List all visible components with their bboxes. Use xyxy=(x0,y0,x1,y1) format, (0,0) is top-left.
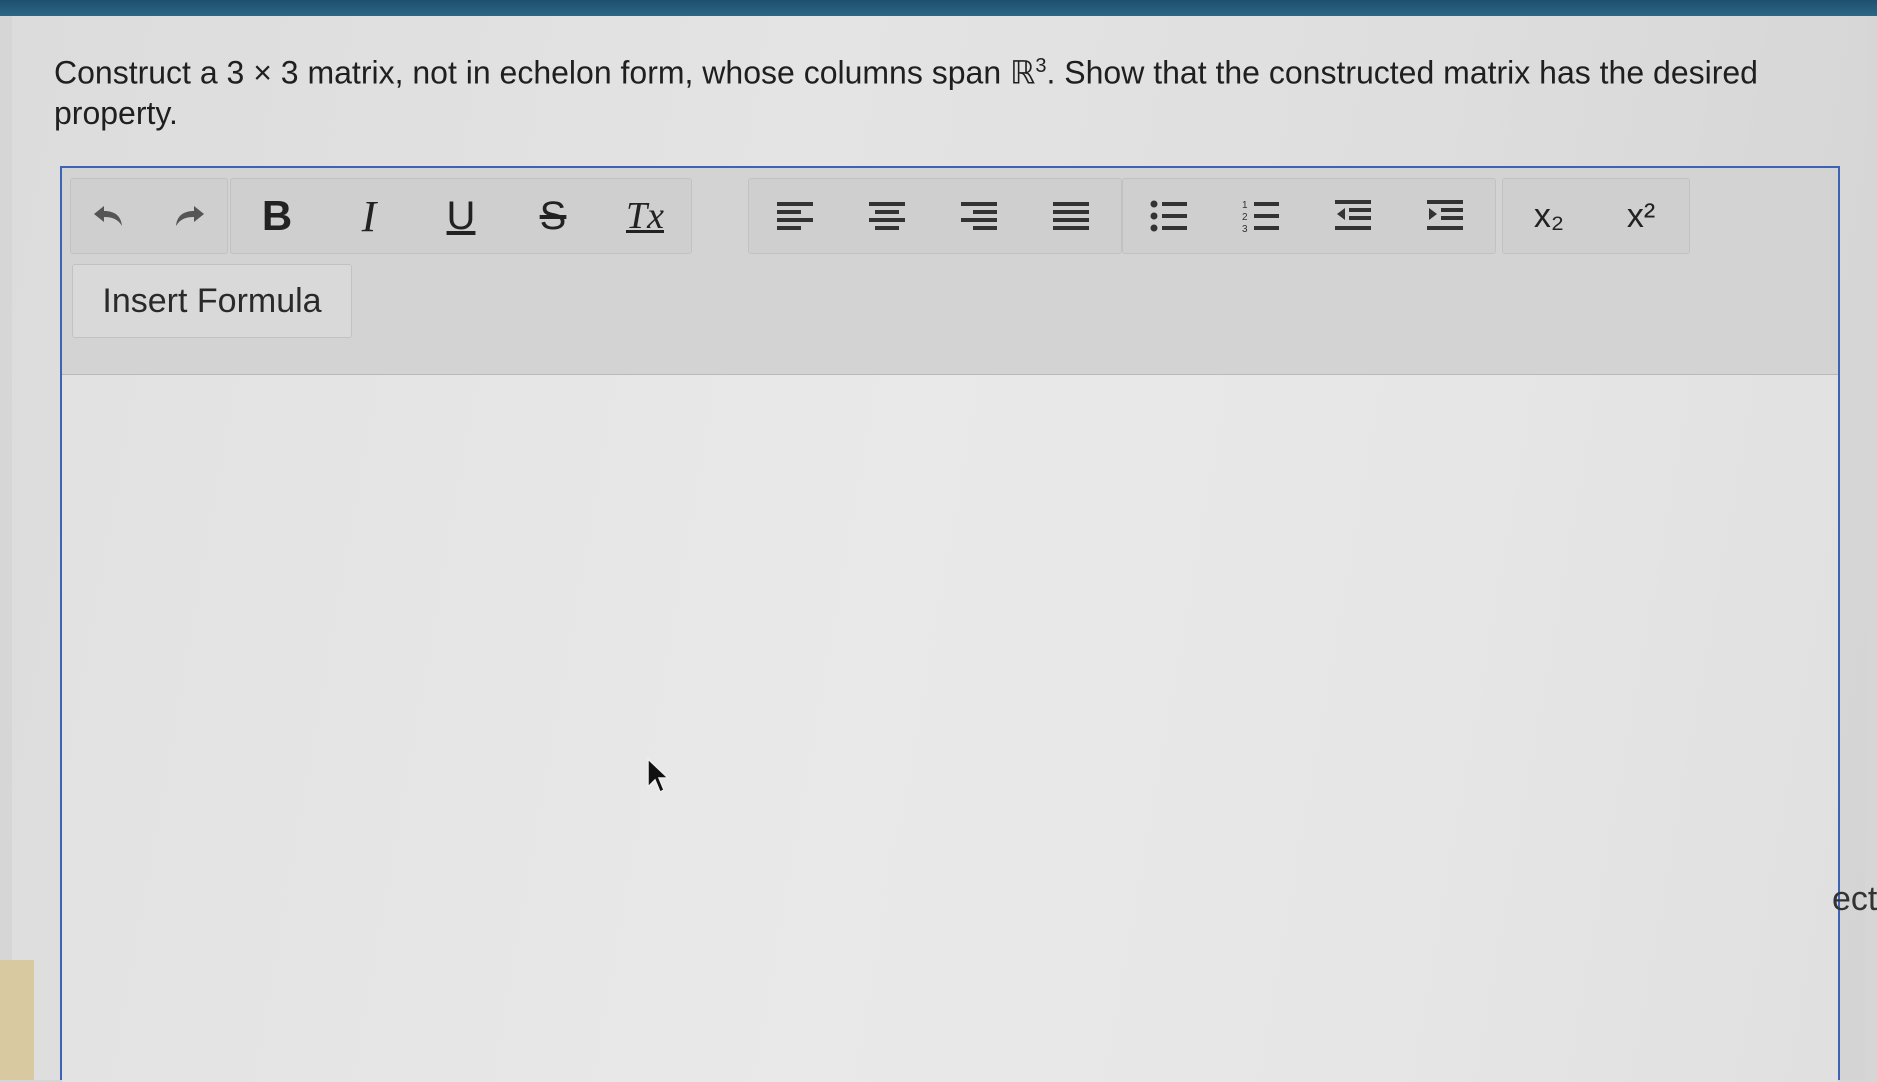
svg-text:1: 1 xyxy=(1242,200,1248,211)
insert-formula-button[interactable]: Insert Formula xyxy=(72,264,352,338)
align-right-icon xyxy=(961,202,997,230)
mouse-pointer-icon xyxy=(646,757,670,800)
italic-icon: I xyxy=(361,191,377,241)
clear-formatting-button[interactable]: Tx xyxy=(599,179,691,253)
strikethrough-button[interactable]: S xyxy=(507,179,599,253)
redo-button[interactable] xyxy=(149,179,227,253)
undo-button[interactable] xyxy=(71,179,149,253)
align-right-button[interactable] xyxy=(933,179,1025,253)
clipped-side-text: ect xyxy=(1832,880,1877,918)
svg-text:3: 3 xyxy=(1242,224,1248,234)
indent-icon xyxy=(1427,200,1463,230)
strikethrough-icon: S xyxy=(539,193,567,238)
alignment-group xyxy=(748,178,1122,254)
editor-content-area[interactable] xyxy=(62,375,1838,1082)
align-left-icon xyxy=(777,202,813,230)
bullet-list-button[interactable] xyxy=(1123,179,1215,253)
outdent-button[interactable] xyxy=(1307,179,1399,253)
undo-icon xyxy=(94,206,122,226)
underline-icon: U xyxy=(446,193,476,238)
editor-toolbar: B I U S Tx 1 2 3 x₂ x² Insert Formula xyxy=(62,168,1838,375)
italic-button[interactable]: I xyxy=(323,179,415,253)
subscript-icon: x₂ xyxy=(1533,196,1565,235)
format-group: B I U S Tx xyxy=(230,178,692,254)
underline-button[interactable]: U xyxy=(415,179,507,253)
outdent-icon xyxy=(1335,200,1371,230)
bold-icon: B xyxy=(261,192,293,239)
bullet-list-icon xyxy=(1150,200,1187,232)
bold-button[interactable]: B xyxy=(231,179,323,253)
align-justify-button[interactable] xyxy=(1025,179,1117,253)
rich-text-editor: B I U S Tx 1 2 3 x₂ x² Insert Formula xyxy=(60,166,1840,1082)
redo-icon xyxy=(176,206,204,226)
align-center-icon xyxy=(869,202,905,230)
window-top-band xyxy=(0,0,1877,16)
superscript-icon: x² xyxy=(1626,196,1656,235)
numbered-list-icon: 1 2 3 xyxy=(1242,200,1279,234)
question-prompt: Construct a 3 × 3 matrix, not in echelon… xyxy=(54,46,1854,133)
subscript-button[interactable]: x₂ xyxy=(1503,179,1595,253)
align-left-button[interactable] xyxy=(749,179,841,253)
svg-text:2: 2 xyxy=(1242,212,1248,223)
superscript-button[interactable]: x² xyxy=(1595,179,1687,253)
align-justify-icon xyxy=(1053,202,1089,230)
script-group: x₂ x² xyxy=(1502,178,1690,254)
question-text-before: Construct a 3 × 3 matrix, not in echelon… xyxy=(54,54,1036,91)
align-center-button[interactable] xyxy=(841,179,933,253)
left-edge-strip xyxy=(0,960,34,1080)
numbered-list-button[interactable]: 1 2 3 xyxy=(1215,179,1307,253)
indent-button[interactable] xyxy=(1399,179,1491,253)
question-superscript: 3 xyxy=(1035,55,1047,77)
list-group: 1 2 3 xyxy=(1122,178,1496,254)
history-group xyxy=(70,178,228,254)
clear-formatting-icon: Tx xyxy=(626,195,664,237)
